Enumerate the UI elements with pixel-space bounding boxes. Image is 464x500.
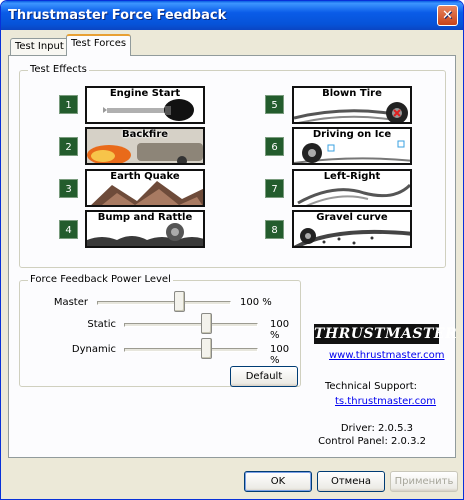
close-icon: ✕ (442, 8, 453, 23)
window-title: Thrustmaster Force Feedback (8, 8, 227, 23)
test-effects-group: Test Effects 1 Engine Start 2 Backfire 3… (19, 64, 446, 268)
static-label: Static (87, 319, 116, 330)
ok-button[interactable]: OK (244, 471, 312, 492)
effect-3-number: 3 (59, 179, 78, 198)
effect-earth-quake-button[interactable]: Earth Quake (85, 169, 205, 207)
power-level-title: Force Feedback Power Level (28, 274, 173, 285)
master-value: 100 % (240, 297, 272, 308)
dialog-window: Thrustmaster Force Feedback ✕ Test Input… (0, 0, 464, 500)
effect-backfire-button[interactable]: Backfire (85, 127, 205, 165)
control-panel-version: Control Panel: 2.0.3.2 (318, 436, 426, 447)
effect-label: Blown Tire (322, 88, 382, 99)
test-effects-title: Test Effects (28, 64, 89, 75)
effect-left-right-button[interactable]: Left-Right (292, 169, 412, 207)
website-link[interactable]: www.thrustmaster.com (329, 350, 445, 361)
effect-2-number: 2 (59, 137, 78, 156)
thrustmaster-logo: THRUSTMASTER (314, 324, 458, 344)
support-link[interactable]: ts.thrustmaster.com (335, 396, 436, 407)
effect-label: Driving on Ice (312, 129, 392, 140)
power-level-group: Force Feedback Power Level Master 100 % … (19, 274, 301, 387)
master-slider-thumb[interactable] (174, 291, 185, 312)
effect-4-number: 4 (59, 220, 78, 239)
static-slider-thumb[interactable] (201, 313, 212, 334)
title-bar[interactable]: Thrustmaster Force Feedback ✕ (1, 1, 463, 30)
tab-test-input[interactable]: Test Input (10, 38, 69, 55)
dynamic-label: Dynamic (71, 344, 116, 355)
support-label: Technical Support: (325, 381, 417, 392)
default-button[interactable]: Default (230, 366, 298, 387)
driver-version: Driver: 2.0.5.3 (340, 423, 413, 434)
apply-button[interactable]: Применить (390, 471, 458, 492)
effect-label: Engine Start (109, 88, 181, 99)
effect-blown-tire-button[interactable]: Blown Tire (292, 86, 412, 124)
master-label: Master (53, 297, 88, 308)
effect-label: Gravel curve (316, 212, 388, 223)
effect-label: Earth Quake (110, 171, 180, 182)
static-value: 100 % (270, 319, 290, 341)
effect-label: Left-Right (323, 171, 381, 182)
effect-1-number: 1 (59, 95, 78, 114)
static-slider-track[interactable] (124, 323, 258, 327)
master-slider-track[interactable] (97, 301, 231, 305)
effect-bump-and-rattle-button[interactable]: Bump and Rattle (85, 210, 205, 248)
cancel-button[interactable]: Отмена (317, 471, 385, 492)
effect-engine-start-button[interactable]: Engine Start (85, 86, 205, 124)
dynamic-value: 100 % (270, 344, 290, 366)
effect-label: Bump and Rattle (97, 212, 193, 223)
effect-label: Backfire (121, 129, 169, 140)
effect-8-number: 8 (265, 220, 284, 239)
effect-6-number: 6 (265, 137, 284, 156)
dynamic-slider-thumb[interactable] (201, 338, 212, 359)
close-button[interactable]: ✕ (437, 5, 458, 26)
effect-gravel-curve-button[interactable]: Gravel curve (292, 210, 412, 248)
effect-driving-on-ice-button[interactable]: Driving on Ice (292, 127, 412, 165)
tab-test-forces[interactable]: Test Forces (66, 34, 132, 56)
dynamic-slider-track[interactable] (124, 348, 258, 352)
effect-5-number: 5 (265, 95, 284, 114)
effect-7-number: 7 (265, 179, 284, 198)
